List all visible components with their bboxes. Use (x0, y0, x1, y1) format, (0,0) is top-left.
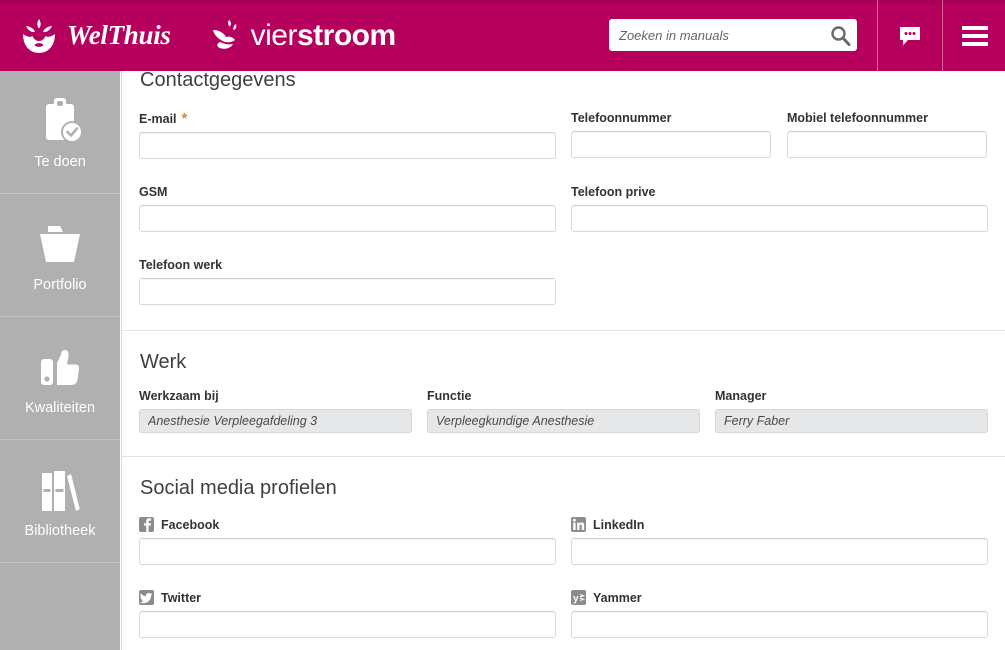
twitter-icon (139, 590, 154, 605)
field-linkedin: LinkedIn (571, 517, 988, 565)
search-icon (830, 25, 850, 46)
field-yammer: y Yammer (571, 590, 988, 638)
app-header: WelThuis vierstroom (0, 0, 1005, 71)
brand-block: WelThuis vierstroom (0, 0, 396, 71)
field-mobiel-telefoonnummer: Mobiel telefoonnummer (787, 111, 987, 158)
field-label-linkedin: LinkedIn (571, 517, 988, 532)
gsm-input[interactable] (139, 205, 556, 232)
section-contactgegevens: Contactgegevens E-mail * Telefoonnummer … (122, 69, 1005, 330)
yammer-icon: y (571, 590, 586, 605)
contact-section-title: Contactgegevens (140, 69, 296, 91)
werkzaam-bij-input[interactable] (139, 409, 412, 433)
books-icon (34, 463, 86, 519)
field-telefoon-prive: Telefoon prive (571, 185, 988, 232)
field-functie: Functie (427, 389, 700, 433)
chat-bubble-icon (900, 26, 920, 45)
welthuis-logo[interactable]: WelThuis (18, 15, 171, 57)
search-box[interactable] (609, 19, 857, 51)
search-input[interactable] (609, 27, 823, 43)
field-label-telefoon-werk: Telefoon werk (139, 258, 223, 272)
facebook-icon (139, 517, 154, 532)
hamburger-menu-icon (962, 25, 988, 46)
werk-section-title: Werk (140, 351, 187, 373)
vierstroom-bird-icon (207, 16, 247, 56)
header-top-strip (0, 0, 1005, 4)
telefoonnummer-input[interactable] (571, 131, 771, 158)
field-gsm: GSM (139, 185, 556, 232)
vierstroom-wordmark: vierstroom (250, 18, 397, 53)
telefoon-werk-input[interactable] (139, 278, 556, 305)
field-label-facebook: Facebook (139, 517, 556, 532)
field-werkzaam-bij: Werkzaam bij (139, 389, 412, 433)
sidebar-label-portfolio: Portfolio (33, 277, 87, 293)
field-label-twitter: Twitter (139, 590, 556, 605)
sidebar-item-portfolio[interactable]: Portfolio (0, 194, 120, 317)
facebook-label-text: Facebook (161, 517, 220, 532)
field-manager: Manager (715, 389, 988, 433)
vierstroom-bold-part: stroom (296, 18, 396, 52)
field-telefoonnummer: Telefoonnummer (571, 111, 771, 158)
email-input[interactable] (139, 132, 556, 159)
twitter-label-text: Twitter (161, 590, 202, 605)
sidebar-item-bibliotheek[interactable]: Bibliotheek (0, 440, 120, 563)
field-label-gsm: GSM (139, 185, 168, 199)
field-label-mobiel: Mobiel telefoonnummer (787, 111, 928, 125)
telefoon-prive-input[interactable] (571, 205, 988, 232)
functie-input[interactable] (427, 409, 700, 433)
menu-button[interactable] (943, 0, 1005, 71)
section-werk: Werk Werkzaam bij Functie Manager (122, 330, 1005, 456)
sidebar-label-kwaliteiten: Kwaliteiten (24, 400, 96, 416)
sidebar-item-kwaliteiten[interactable]: Kwaliteiten (0, 317, 120, 440)
yammer-label-text: Yammer (593, 590, 642, 605)
sidebar-item-te-doen[interactable]: Te doen (0, 71, 120, 194)
field-facebook: Facebook (139, 517, 556, 565)
field-email: E-mail * (139, 111, 556, 159)
linkedin-icon (571, 517, 586, 532)
svg-text:y: y (573, 594, 579, 605)
field-telefoon-werk: Telefoon werk (139, 258, 556, 305)
clipboard-check-icon (36, 94, 84, 150)
linkedin-input[interactable] (571, 538, 988, 565)
mobiel-telefoonnummer-input[interactable] (787, 131, 987, 158)
field-twitter: Twitter (139, 590, 556, 638)
required-marker-email: * (181, 110, 188, 127)
field-label-yammer: y Yammer (571, 590, 988, 605)
section-social-media: Social media profielen Facebook LinkedIn… (122, 456, 1005, 650)
field-label-werkzaam-bij: Werkzaam bij (139, 389, 219, 403)
twitter-input[interactable] (139, 611, 556, 638)
main-content: Contactgegevens E-mail * Telefoonnummer … (121, 69, 1005, 650)
vierstroom-logo[interactable]: vierstroom (207, 16, 396, 56)
facebook-input[interactable] (139, 538, 556, 565)
welthuis-wordmark: WelThuis (67, 20, 171, 50)
field-label-telefoon-prive: Telefoon prive (571, 185, 656, 199)
folder-icon (34, 217, 86, 273)
chat-button[interactable] (878, 0, 942, 71)
sidebar-label-te-doen: Te doen (34, 154, 86, 170)
field-label-email: E-mail * (139, 111, 556, 126)
thumbs-up-icon (35, 340, 85, 396)
welthuis-lotus-icon (18, 15, 60, 57)
sidebar-label-bibliotheek: Bibliotheek (24, 523, 96, 539)
linkedin-label-text: LinkedIn (593, 517, 645, 532)
field-label-telefoonnummer: Telefoonnummer (571, 111, 672, 125)
yammer-input[interactable] (571, 611, 988, 638)
main-sidebar: Te doen Portfolio Kwaliteiten Bibliothee… (0, 71, 120, 650)
manager-input[interactable] (715, 409, 988, 433)
email-label-text: E-mail (139, 111, 177, 126)
field-label-functie: Functie (427, 389, 472, 403)
vierstroom-light-part: vier (250, 18, 298, 52)
search-button[interactable] (823, 20, 857, 50)
social-section-title: Social media profielen (140, 477, 337, 499)
field-label-manager: Manager (715, 389, 767, 403)
